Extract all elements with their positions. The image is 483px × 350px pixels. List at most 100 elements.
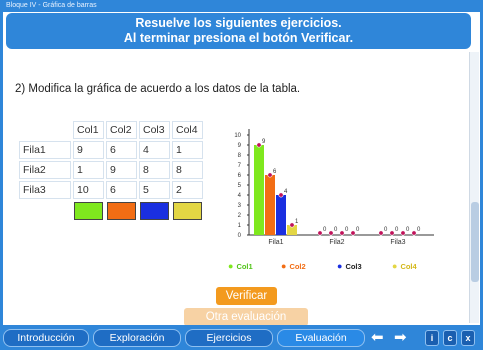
data-label: 1	[295, 219, 299, 225]
table-cell: 5	[139, 181, 170, 199]
legend-label: Col4	[400, 262, 417, 271]
table-cell: 6	[106, 141, 137, 159]
data-label: 0	[334, 227, 338, 233]
other-evaluation-button[interactable]: Otra evaluación	[184, 308, 308, 325]
table-header-row: Col1 Col2 Col3 Col4	[19, 121, 203, 139]
bar-handle	[411, 230, 417, 236]
row-header: Fila1	[19, 141, 71, 159]
table-cell: 1	[172, 141, 203, 159]
data-label: 0	[406, 227, 410, 233]
table-cell: 10	[73, 181, 104, 199]
window-title: Bloque IV - Gráfica de barras	[0, 0, 483, 12]
category-label: Fila1	[268, 239, 283, 246]
question-text: 2) Modifica la gráfica de acuerdo a los …	[15, 83, 301, 95]
data-label: 0	[395, 227, 399, 233]
bar-handle	[339, 230, 345, 236]
swatch-col4	[173, 202, 202, 220]
data-label: 0	[356, 227, 360, 233]
bar-handle	[378, 230, 384, 236]
verify-button[interactable]: Verificar	[216, 287, 277, 305]
swatch-col2	[107, 202, 136, 220]
y-tick-label: 1	[238, 223, 242, 229]
y-tick-label: 4	[238, 193, 242, 199]
y-tick-label: 2	[238, 213, 242, 219]
bottom-nav: Introducción Exploración Ejercicios Eval…	[0, 326, 483, 350]
table-cell: 2	[172, 181, 203, 199]
swatch-col3	[140, 202, 169, 220]
table-corner	[19, 121, 71, 139]
y-tick-label: 0	[238, 233, 242, 239]
info-button[interactable]: i	[425, 330, 439, 346]
legend-dot-icon: ●	[228, 261, 234, 271]
table-row: Fila2 1 9 8 8	[19, 161, 203, 179]
legend-item: ● Col1	[228, 261, 253, 271]
legend-dot-icon: ●	[281, 261, 287, 271]
bar	[265, 175, 275, 235]
table-cell: 4	[139, 141, 170, 159]
data-label: 9	[262, 139, 266, 145]
bar-handle	[256, 142, 262, 148]
bar-chart[interactable]: 0123456789109641Fila10 0 0 0Fila20 0 0 0Fila3	[229, 125, 439, 255]
credits-button[interactable]: c	[443, 330, 457, 346]
col-header: Col3	[139, 121, 170, 139]
data-label: 0	[417, 227, 421, 233]
table-row: Fila1 9 6 4 1	[19, 141, 203, 159]
y-tick-label: 9	[238, 143, 242, 149]
legend-label: Col2	[289, 262, 306, 271]
instruction-line-1: Resuelve los siguientes ejercicios.	[135, 16, 342, 30]
instruction-banner: Resuelve los siguientes ejercicios. Al t…	[6, 13, 471, 49]
table-cell: 1	[73, 161, 104, 179]
category-label: Fila2	[329, 239, 344, 246]
y-tick-label: 10	[234, 133, 241, 139]
y-tick-label: 3	[238, 203, 242, 209]
nav-evaluacion[interactable]: Evaluación	[277, 329, 365, 347]
legend-label: Col3	[345, 262, 362, 271]
content-area: Resuelve los siguientes ejercicios. Al t…	[3, 12, 480, 325]
legend-item: ● Col3	[337, 261, 362, 271]
legend-dot-icon: ●	[337, 261, 343, 271]
bar-handle	[317, 230, 323, 236]
data-label: 6	[273, 169, 277, 175]
close-button[interactable]: x	[461, 330, 475, 346]
legend-item: ● Col2	[281, 261, 306, 271]
table-cell: 8	[139, 161, 170, 179]
data-label: 4	[284, 189, 288, 195]
nav-ejercicios[interactable]: Ejercicios	[185, 329, 273, 347]
bar-handle	[289, 222, 295, 228]
bar	[276, 195, 286, 235]
swatch-row	[19, 201, 203, 221]
bar	[254, 145, 264, 235]
row-header: Fila2	[19, 161, 71, 179]
col-header: Col4	[172, 121, 203, 139]
data-label: 0	[384, 227, 388, 233]
scrollbar[interactable]	[469, 52, 479, 323]
bar-handle	[389, 230, 395, 236]
table-cell: 8	[172, 161, 203, 179]
nav-introduccion[interactable]: Introducción	[3, 329, 89, 347]
data-label: 0	[323, 227, 327, 233]
legend-label: Col1	[236, 262, 253, 271]
table-cell: 9	[106, 161, 137, 179]
col-header: Col1	[73, 121, 104, 139]
data-table: Col1 Col2 Col3 Col4 Fila1 9 6 4 1 Fila2 …	[17, 119, 205, 223]
bar-handle	[350, 230, 356, 236]
scrollbar-thumb[interactable]	[471, 202, 479, 282]
swatch-col1	[74, 202, 103, 220]
y-tick-label: 7	[238, 163, 242, 169]
y-tick-label: 8	[238, 153, 242, 159]
col-header: Col2	[106, 121, 137, 139]
bar-handle	[328, 230, 334, 236]
legend-dot-icon: ●	[392, 261, 398, 271]
left-arrow-icon[interactable]: ⬅	[371, 330, 384, 345]
instruction-line-2: Al terminar presiona el botón Verificar.	[123, 31, 354, 45]
row-header: Fila3	[19, 181, 71, 199]
table-cell: 6	[106, 181, 137, 199]
y-tick-label: 5	[238, 183, 242, 189]
legend-item: ● Col4	[392, 261, 417, 271]
bar-handle	[278, 192, 284, 198]
bar-handle	[267, 172, 273, 178]
table-row: Fila3 10 6 5 2	[19, 181, 203, 199]
table-cell: 9	[73, 141, 104, 159]
nav-exploracion[interactable]: Exploración	[93, 329, 181, 347]
right-arrow-icon[interactable]: ➡	[394, 330, 407, 345]
